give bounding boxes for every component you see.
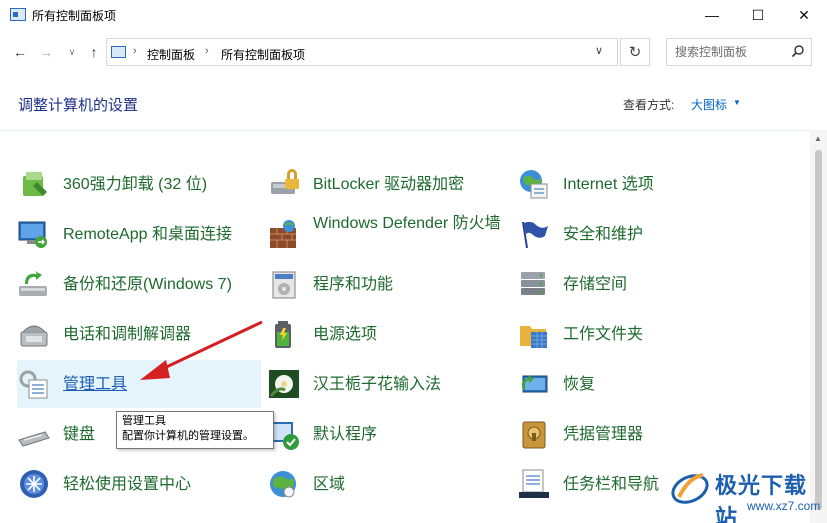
item-label: 汉王栀子花输入法: [313, 376, 442, 393]
address-dropdown-chevron-icon[interactable]: ∨: [595, 44, 603, 57]
item-security-maintenance[interactable]: 安全和维护: [517, 210, 761, 258]
item-internet-options[interactable]: Internet 选项: [517, 160, 761, 208]
breadcrumb-all-items[interactable]: 所有控制面板项: [221, 46, 305, 63]
watermark-url: www.xz7.com: [747, 499, 821, 513]
view-by-label: 查看方式:: [623, 98, 675, 112]
watermark-name: 极光下载站: [715, 473, 808, 523]
programs-icon: [272, 271, 296, 299]
item-label: 程序和功能: [313, 276, 394, 293]
item-windows-firewall[interactable]: Windows Defender 防火墙: [267, 210, 511, 258]
site-watermark: 极光下载站 www.xz7.com: [665, 463, 823, 523]
up-arrow-icon[interactable]: ↑: [84, 42, 104, 62]
view-by-dropdown[interactable]: 大图标: [691, 96, 727, 113]
keyboard-icon: [18, 431, 50, 447]
item-label: 恢复: [563, 376, 596, 393]
item-label: 360强力卸载 (32 位): [63, 176, 208, 193]
refresh-button[interactable]: ↻: [620, 38, 650, 66]
breadcrumb-control-panel[interactable]: 控制面板: [147, 46, 195, 63]
control-panel-app-icon: [10, 8, 26, 21]
item-region[interactable]: 区域: [267, 460, 511, 508]
uninstall-icon: [23, 172, 47, 196]
tooltip-title: 管理工具: [122, 415, 166, 427]
item-label: 区域: [313, 476, 346, 493]
address-bar[interactable]: › 控制面板 › 所有控制面板项 ∨: [106, 38, 618, 66]
page-title: 调整计算机的设置: [18, 97, 139, 114]
region-icon: [270, 471, 296, 498]
credential-icon: [522, 421, 546, 449]
bitlocker-icon: [271, 169, 299, 194]
item-power-options[interactable]: 电源选项: [267, 310, 511, 358]
phone-modem-icon: [20, 325, 48, 347]
item-phone-modem[interactable]: 电话和调制解调器: [17, 310, 261, 358]
power-icon: [275, 321, 291, 348]
backup-icon: [19, 271, 47, 296]
search-box[interactable]: [666, 38, 812, 66]
ime-flower-icon: [269, 370, 299, 398]
item-label: 管理工具: [63, 376, 128, 393]
search-icon[interactable]: [791, 44, 805, 58]
recent-locations-chevron-icon[interactable]: ∨: [62, 42, 82, 62]
minimize-button[interactable]: —: [689, 0, 735, 30]
work-folders-icon: [520, 326, 547, 348]
item-360-uninstall[interactable]: 360强力卸载 (32 位): [17, 160, 261, 208]
item-hanwang-ime[interactable]: 汉王栀子花输入法: [267, 360, 511, 408]
item-label: 安全和维护: [563, 226, 644, 243]
item-label: RemoteApp 和桌面连接: [63, 226, 232, 243]
item-label: 键盘: [63, 426, 96, 443]
item-label: 轻松使用设置中心: [63, 476, 192, 493]
forward-arrow-icon[interactable]: →: [36, 42, 56, 62]
security-flag-icon: [522, 221, 548, 249]
item-label: 存储空间: [563, 276, 628, 293]
item-label: Windows Defender 防火墙: [313, 215, 501, 232]
firewall-icon: [270, 220, 296, 248]
item-label: Internet 选项: [563, 176, 654, 193]
item-label: 电话和调制解调器: [63, 326, 192, 343]
item-ease-of-access[interactable]: 轻松使用设置中心: [17, 460, 261, 508]
storage-icon: [521, 272, 545, 295]
control-panel-icon: [111, 46, 126, 58]
ease-of-access-icon: [20, 470, 48, 498]
item-default-programs[interactable]: 默认程序: [267, 410, 511, 458]
admin-tools-icon: [19, 370, 48, 399]
item-bitlocker[interactable]: BitLocker 驱动器加密: [267, 160, 511, 208]
recovery-icon: [521, 375, 548, 393]
item-label: 电源选项: [313, 326, 378, 343]
maximize-button[interactable]: ☐: [735, 0, 781, 30]
scroll-thumb[interactable]: [815, 150, 822, 510]
item-label: 默认程序: [313, 426, 378, 443]
item-label: 备份和还原(Windows 7): [63, 276, 232, 293]
tooltip-description: 配置你计算机的管理设置。: [122, 430, 254, 442]
item-label: BitLocker 驱动器加密: [313, 176, 465, 193]
aurora-logo-icon: [671, 473, 709, 504]
item-credential-manager[interactable]: 凭据管理器: [517, 410, 761, 458]
breadcrumb-separator[interactable]: ›: [205, 45, 209, 57]
search-input[interactable]: [675, 45, 785, 59]
item-label: 任务栏和导航: [563, 476, 660, 493]
item-programs-features[interactable]: 程序和功能: [267, 260, 511, 308]
view-by-caret-icon[interactable]: ▼: [733, 98, 741, 107]
taskbar-icon: [519, 469, 549, 498]
scroll-up-arrow-icon[interactable]: ▲: [814, 134, 822, 143]
remoteapp-icon: [18, 221, 47, 248]
header-divider: [0, 130, 827, 131]
breadcrumb-separator[interactable]: ›: [133, 45, 137, 57]
item-label: 工作文件夹: [563, 326, 644, 343]
internet-options-icon: [520, 170, 548, 199]
title-bar: 所有控制面板项 — ☐ ✕: [0, 0, 827, 30]
item-storage-spaces[interactable]: 存储空间: [517, 260, 761, 308]
item-remoteapp[interactable]: RemoteApp 和桌面连接: [17, 210, 261, 258]
close-button[interactable]: ✕: [781, 0, 827, 30]
item-administrative-tools[interactable]: 管理工具: [17, 360, 261, 408]
item-recovery[interactable]: 恢复: [517, 360, 761, 408]
navigation-bar: ← → ∨ ↑ › 控制面板 › 所有控制面板项 ∨ ↻: [0, 34, 827, 70]
tooltip: 管理工具 配置你计算机的管理设置。: [116, 411, 274, 449]
item-label: 凭据管理器: [563, 426, 644, 443]
back-arrow-icon[interactable]: ←: [10, 42, 30, 62]
window-title: 所有控制面板项: [32, 9, 117, 23]
item-backup-restore[interactable]: 备份和还原(Windows 7): [17, 260, 261, 308]
item-work-folders[interactable]: 工作文件夹: [517, 310, 761, 358]
